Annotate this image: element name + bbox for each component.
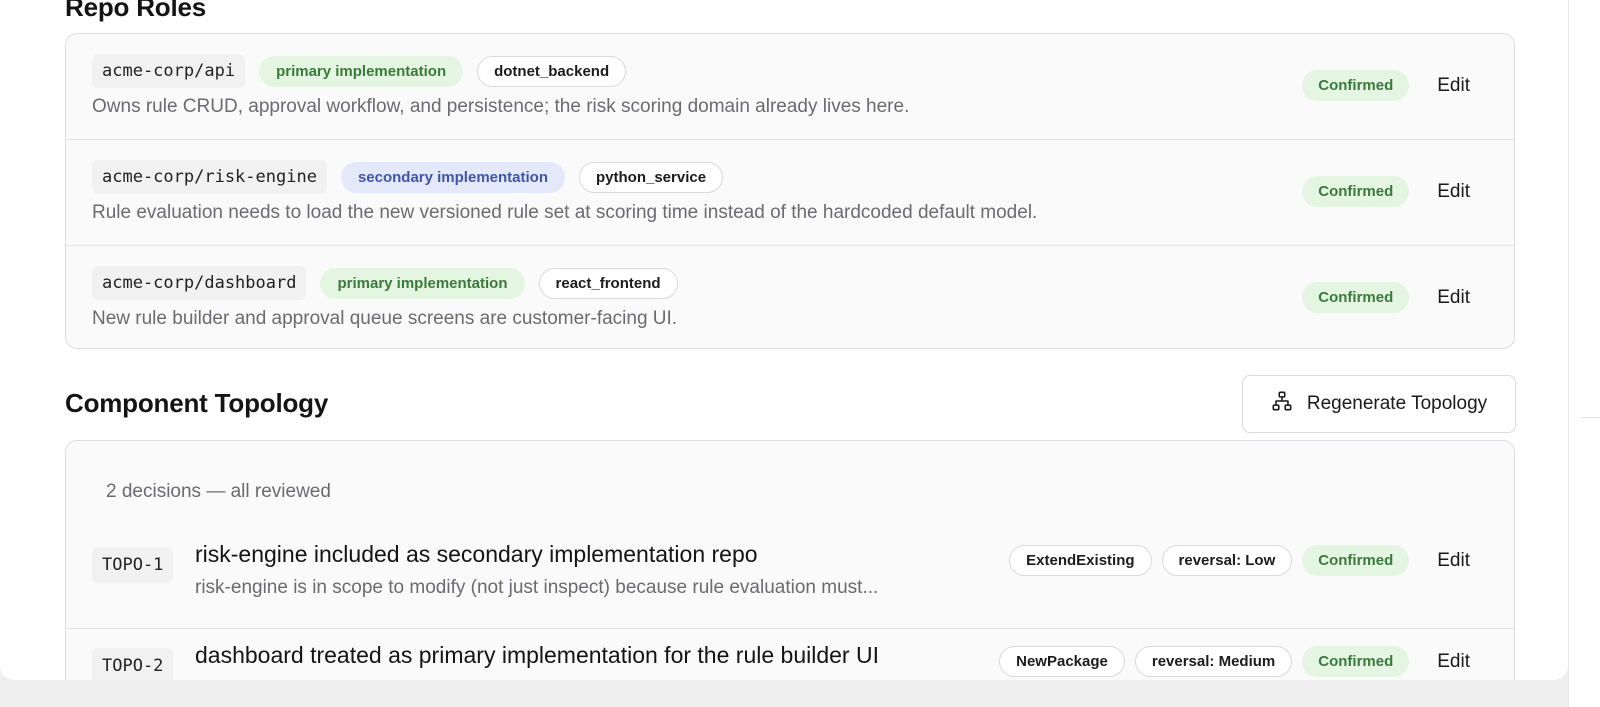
kind-badge: python_service bbox=[579, 161, 724, 193]
decision-id: TOPO-1 bbox=[92, 547, 174, 583]
page: Repo Roles acme-corp/api primary impleme… bbox=[0, 0, 1568, 680]
sitemap-icon bbox=[1271, 390, 1293, 418]
decision-title: risk-engine included as secondary implem… bbox=[195, 541, 758, 567]
decision-type-badge: ExtendExisting bbox=[1009, 545, 1152, 576]
decision-id: TOPO-2 bbox=[92, 648, 174, 680]
repo-role-description: New rule builder and approval queue scre… bbox=[92, 308, 678, 329]
edit-button[interactable]: Edit bbox=[1437, 550, 1470, 572]
repo-role-description: Rule evaluation needs to load the new ve… bbox=[92, 202, 1038, 223]
status-badge: Confirmed bbox=[1302, 176, 1410, 207]
repo-role-row: acme-corp/risk-engine secondary implemen… bbox=[66, 140, 1514, 246]
decision-description: risk-engine is in scope to modify (not j… bbox=[195, 577, 879, 598]
role-badge: primary implementation bbox=[259, 55, 464, 87]
repo-name: acme-corp/risk-engine bbox=[92, 160, 327, 194]
status-badge: Confirmed bbox=[1302, 70, 1410, 101]
status-badge: Confirmed bbox=[1302, 545, 1410, 576]
status-badge: Confirmed bbox=[1302, 646, 1410, 677]
component-topology-title: Component Topology bbox=[65, 388, 329, 418]
scrollbar-track[interactable] bbox=[1568, 0, 1600, 707]
topology-decision-row: TOPO-1 risk-engine included as secondary… bbox=[66, 529, 1514, 629]
topology-decision-row: TOPO-2 dashboard treated as primary impl… bbox=[66, 630, 1514, 680]
repo-roles-card: acme-corp/api primary implementation dot… bbox=[65, 33, 1515, 349]
role-badge: secondary implementation bbox=[340, 161, 565, 193]
decision-type-badge: NewPackage bbox=[999, 646, 1125, 677]
role-badge: primary implementation bbox=[320, 267, 525, 299]
kind-badge: react_frontend bbox=[538, 267, 678, 299]
reversal-badge: reversal: Medium bbox=[1134, 646, 1293, 677]
edit-button[interactable]: Edit bbox=[1437, 651, 1470, 673]
repo-roles-title: Repo Roles bbox=[65, 0, 207, 22]
edit-button[interactable]: Edit bbox=[1437, 181, 1470, 203]
divider bbox=[1581, 417, 1600, 418]
decisions-summary: 2 decisions — all reviewed bbox=[106, 481, 331, 502]
repo-name: acme-corp/api bbox=[92, 54, 246, 88]
decision-title: dashboard treated as primary implementat… bbox=[195, 642, 879, 668]
status-badge: Confirmed bbox=[1302, 282, 1410, 313]
topology-card: 2 decisions — all reviewed TOPO-1 risk-e… bbox=[65, 440, 1515, 680]
repo-role-row: acme-corp/dashboard primary implementati… bbox=[66, 246, 1514, 348]
repo-name: acme-corp/dashboard bbox=[92, 266, 307, 300]
repo-role-description: Owns rule CRUD, approval workflow, and p… bbox=[92, 96, 910, 117]
reversal-badge: reversal: Low bbox=[1161, 545, 1293, 576]
edit-button[interactable]: Edit bbox=[1437, 75, 1470, 97]
regenerate-topology-button[interactable]: Regenerate Topology bbox=[1242, 375, 1516, 433]
regenerate-topology-label: Regenerate Topology bbox=[1306, 393, 1488, 414]
kind-badge: dotnet_backend bbox=[477, 55, 627, 87]
repo-role-row: acme-corp/api primary implementation dot… bbox=[66, 34, 1514, 140]
edit-button[interactable]: Edit bbox=[1437, 287, 1470, 309]
